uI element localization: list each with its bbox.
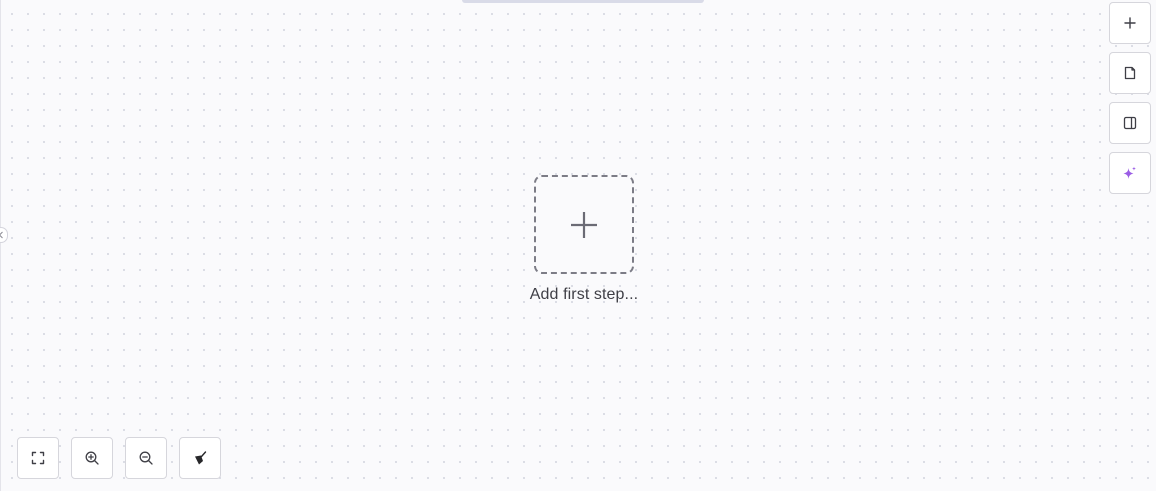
fit-screen-icon	[31, 451, 45, 465]
ai-assistant-button[interactable]	[1109, 152, 1151, 194]
plus-icon	[571, 211, 597, 238]
add-first-step-button[interactable]	[534, 175, 634, 274]
top-handle-bar[interactable]	[462, 0, 704, 3]
plus-icon	[1124, 17, 1136, 29]
zoom-out-icon	[139, 451, 153, 465]
toggle-panel-button[interactable]	[1109, 102, 1151, 144]
chevron-left-icon	[0, 231, 3, 239]
add-sticky-note-button[interactable]	[1109, 52, 1151, 94]
zoom-in-button[interactable]	[71, 437, 113, 479]
sparkles-icon	[1123, 166, 1136, 179]
broom-icon	[195, 451, 207, 465]
fit-view-button[interactable]	[17, 437, 59, 479]
add-first-step-label: Add first step...	[529, 286, 639, 303]
panel-right-icon	[1123, 116, 1137, 130]
zoom-in-icon	[85, 451, 99, 465]
sticky-note-icon	[1124, 66, 1136, 80]
sidebar-collapse-handle[interactable]	[0, 227, 8, 243]
add-node-button[interactable]	[1109, 2, 1151, 44]
canvas-left-border	[0, 0, 1, 491]
clean-up-button[interactable]	[179, 437, 221, 479]
zoom-out-button[interactable]	[125, 437, 167, 479]
